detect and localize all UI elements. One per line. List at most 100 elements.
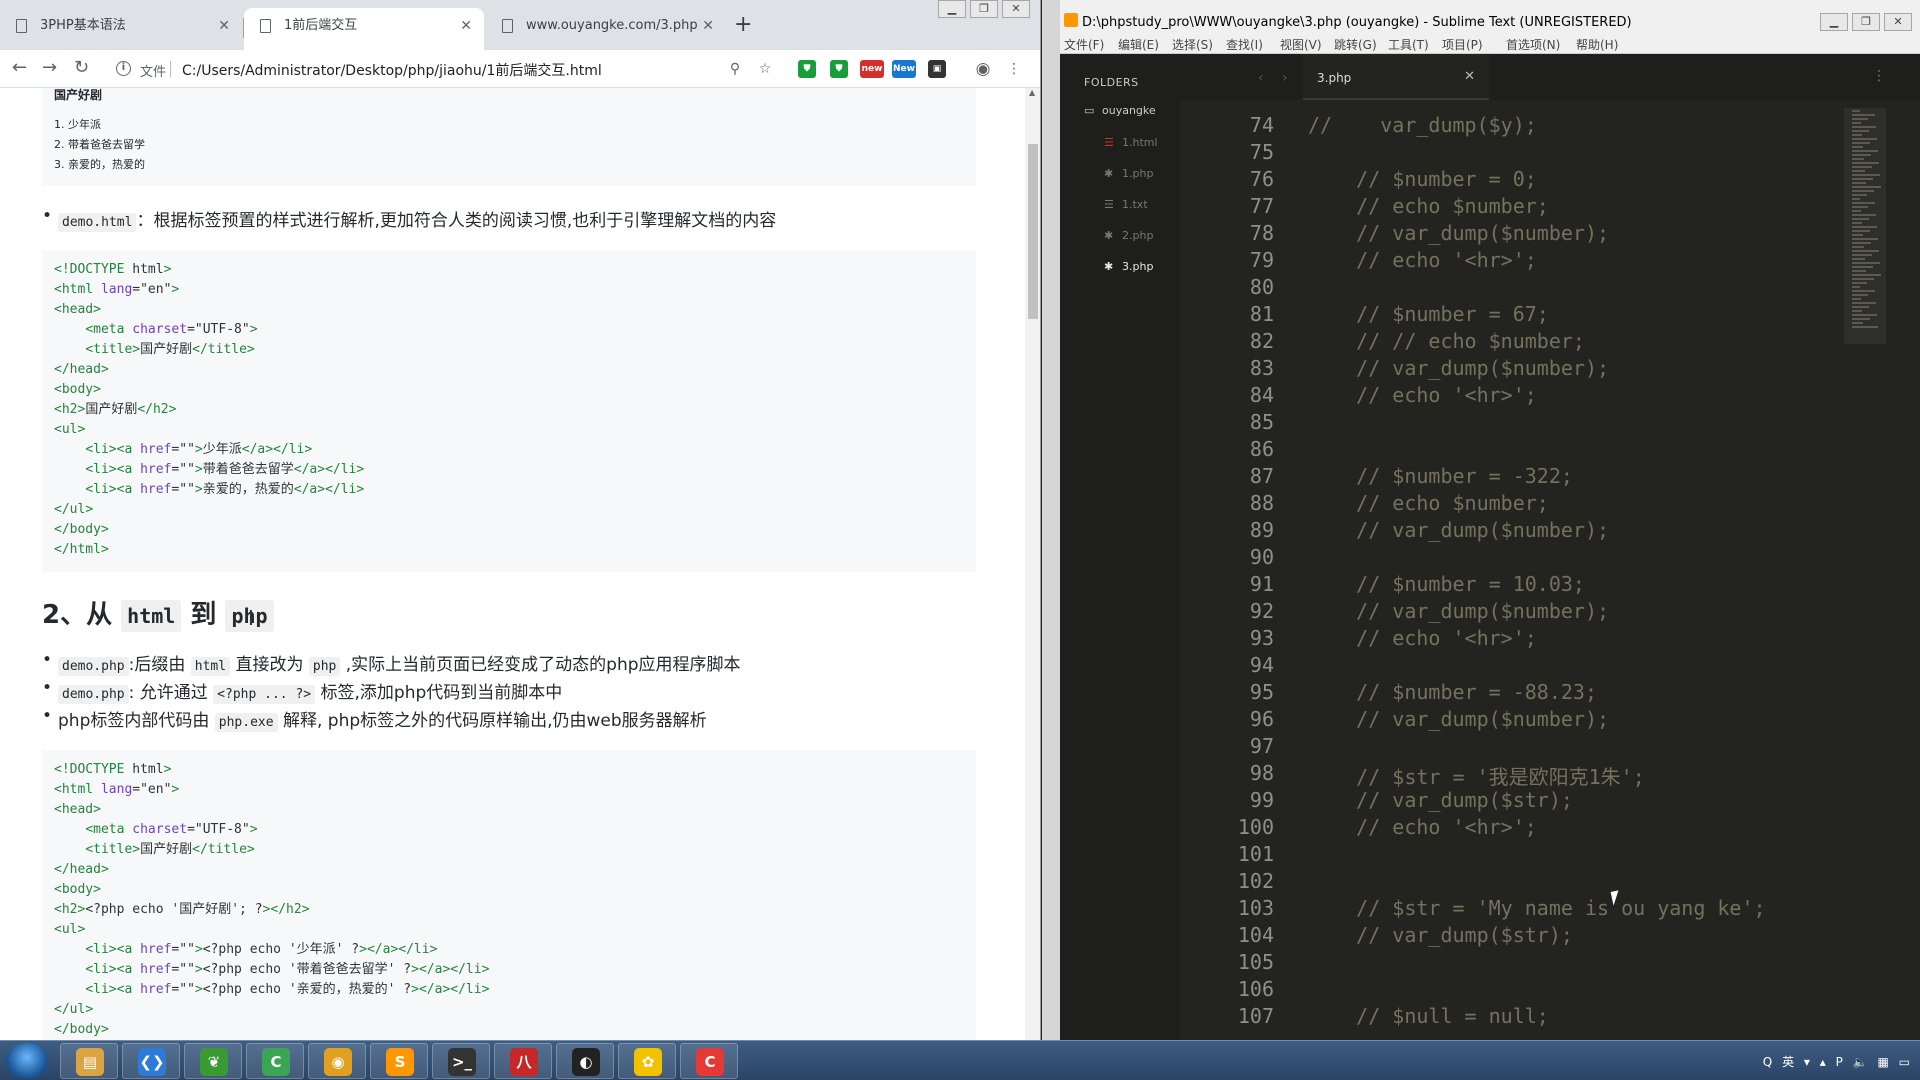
folder-item[interactable]: ▭ ouyangke: [1084, 104, 1156, 117]
code-line[interactable]: // var_dump($number);: [1308, 707, 1609, 731]
shield-extension-icon[interactable]: ⛊: [830, 60, 848, 78]
taskbar-app-explorer[interactable]: ▤: [60, 1043, 118, 1079]
forward-arrow-icon[interactable]: →: [42, 58, 57, 78]
url-text[interactable]: C:/Users/Administrator/Desktop/php/jiaoh…: [182, 60, 602, 80]
menu-item[interactable]: 文件(F): [1064, 36, 1104, 53]
code-line[interactable]: // var_dump($number);: [1308, 518, 1609, 542]
tab-ouyangke-3php[interactable]: www.ouyangke.com/3.php ✕: [486, 8, 726, 50]
code-line[interactable]: // $number = 0;: [1308, 167, 1537, 191]
close-icon[interactable]: ✕: [1884, 13, 1912, 31]
more-icon[interactable]: ⋮: [1872, 68, 1886, 84]
info-icon[interactable]: i: [116, 61, 131, 76]
taskbar-app-sublime[interactable]: S: [370, 1043, 428, 1079]
editor-scrollbar[interactable]: [1894, 100, 1906, 1040]
zoom-icon[interactable]: ⚲: [726, 60, 744, 78]
code-line[interactable]: // var_dump($y);: [1308, 113, 1537, 137]
menu-item[interactable]: 编辑(E): [1118, 36, 1159, 53]
close-icon[interactable]: ✕: [702, 8, 714, 44]
menu-item[interactable]: 视图(V): [1280, 36, 1322, 53]
chevron-down-icon[interactable]: ▾: [1804, 1055, 1810, 1069]
menu-item[interactable]: 帮助(H): [1576, 36, 1618, 53]
menu-item[interactable]: 查找(I): [1226, 36, 1263, 53]
reload-icon[interactable]: ↻: [74, 58, 89, 78]
code-line[interactable]: // echo '<hr>';: [1308, 815, 1537, 839]
code-line[interactable]: // $number = 10.03;: [1308, 572, 1585, 596]
taskbar-app-c-green[interactable]: C: [246, 1043, 304, 1079]
taskbar-app-badge[interactable]: 八: [494, 1043, 552, 1079]
taskbar-app-kodi-like[interactable]: ❮❯: [122, 1043, 180, 1079]
code-line[interactable]: // echo $number;: [1308, 491, 1549, 515]
address-bar[interactable]: i 文件 C:/Users/Administrator/Desktop/php/…: [108, 55, 798, 83]
shield-extension-icon[interactable]: ⛊: [798, 60, 816, 78]
minimize-icon[interactable]: ▁: [938, 0, 966, 18]
line-number: 76: [1249, 167, 1274, 191]
code-line[interactable]: // var_dump($number);: [1308, 599, 1609, 623]
page-scrollbar[interactable]: ▲: [1025, 88, 1040, 1040]
close-icon[interactable]: ✕: [1464, 69, 1475, 84]
maximize-icon[interactable]: ❐: [1852, 13, 1880, 31]
code-line[interactable]: // $str = '我是欧阳克1朱';: [1308, 761, 1645, 790]
taskbar-app-snail[interactable]: ✿: [618, 1043, 676, 1079]
close-icon[interactable]: ✕: [460, 8, 472, 44]
chevron-left-icon[interactable]: ‹: [1258, 70, 1264, 86]
file-item[interactable]: ✱ 2.php: [1104, 229, 1153, 242]
code-line[interactable]: // var_dump($number);: [1308, 221, 1609, 245]
scrollbar-thumb[interactable]: [1028, 144, 1038, 319]
menu-item[interactable]: 选择(S): [1172, 36, 1213, 53]
extension-icon[interactable]: ▣: [928, 60, 946, 78]
ime-indicator[interactable]: 英: [1782, 1053, 1794, 1070]
back-arrow-icon[interactable]: ←: [12, 58, 27, 78]
maximize-icon[interactable]: ❐: [970, 0, 998, 18]
tab-frontend-backend[interactable]: 1前后端交互 ✕: [244, 8, 484, 50]
new-tab-button[interactable]: +: [734, 12, 752, 38]
taskbar-app-c-red[interactable]: C: [680, 1043, 738, 1079]
taskbar-app-obs[interactable]: ◐: [556, 1043, 614, 1079]
taskbar-app-chrome[interactable]: ◉: [308, 1043, 366, 1079]
volume-icon[interactable]: 🔈: [1853, 1055, 1868, 1069]
close-icon[interactable]: ✕: [218, 8, 230, 44]
scroll-up-icon[interactable]: ▲: [1029, 88, 1035, 97]
star-icon[interactable]: ☆: [756, 60, 774, 78]
account-icon[interactable]: ◉: [974, 60, 992, 78]
minimize-icon[interactable]: ▁: [1820, 13, 1848, 31]
file-item[interactable]: ☰ 1.txt: [1104, 198, 1148, 211]
chevron-right-icon[interactable]: ›: [1282, 70, 1288, 86]
tab-3php[interactable]: 3.php ✕: [1303, 54, 1489, 100]
start-button[interactable]: [6, 1043, 48, 1079]
code-line[interactable]: // $str = 'My name is ou yang ke';: [1308, 896, 1765, 920]
code-line[interactable]: // $number = -88.23;: [1308, 680, 1597, 704]
search-icon[interactable]: Q: [1763, 1055, 1772, 1069]
menu-item[interactable]: 项目(P): [1442, 36, 1483, 53]
tab-php-basics[interactable]: 3PHP基本语法 ✕: [0, 8, 242, 50]
code-line[interactable]: // echo '<hr>';: [1308, 248, 1537, 272]
code-line[interactable]: // var_dump($str);: [1308, 788, 1573, 812]
menu-item[interactable]: 工具(T): [1388, 36, 1429, 53]
code-line[interactable]: // echo $number;: [1308, 194, 1549, 218]
code-line[interactable]: // $number = 67;: [1308, 302, 1549, 326]
code-line[interactable]: // echo '<hr>';: [1308, 383, 1537, 407]
menu-item[interactable]: 跳转(G): [1334, 36, 1377, 53]
line-number: 106: [1237, 977, 1274, 1001]
close-icon[interactable]: ✕: [1002, 0, 1030, 18]
menu-icon[interactable]: ⋮: [1005, 60, 1023, 78]
taskbar-app-leaf[interactable]: ❦: [184, 1043, 242, 1079]
code-line[interactable]: // $number = -322;: [1308, 464, 1573, 488]
file-item-active[interactable]: ✱ 3.php: [1104, 260, 1153, 273]
file-item[interactable]: ☰ 1.html: [1104, 136, 1158, 149]
new-extension-icon[interactable]: new: [860, 60, 884, 78]
action-center-icon[interactable]: ▭: [1899, 1055, 1910, 1069]
menu-item[interactable]: 首选项(N): [1506, 36, 1560, 53]
tray-up-icon[interactable]: ▴: [1820, 1055, 1826, 1069]
list-item: demo.html：根据标签预置的样式进行解析,更加符合人类的阅读习惯,也利于引…: [42, 206, 776, 232]
minimap[interactable]: [1852, 110, 1882, 340]
code-line[interactable]: // $null = null;: [1308, 1004, 1549, 1028]
taskbar-app-terminal[interactable]: >_: [432, 1043, 490, 1079]
code-line[interactable]: // // echo $number;: [1308, 329, 1585, 353]
file-item[interactable]: ✱ 1.php: [1104, 167, 1153, 180]
code-line[interactable]: // var_dump($number);: [1308, 356, 1609, 380]
network-icon[interactable]: ▦: [1877, 1055, 1888, 1069]
new-extension-icon[interactable]: New: [892, 60, 916, 78]
code-line[interactable]: // echo '<hr>';: [1308, 626, 1537, 650]
tray-app-icon[interactable]: P: [1836, 1055, 1843, 1069]
code-line[interactable]: // var_dump($str);: [1308, 923, 1573, 947]
